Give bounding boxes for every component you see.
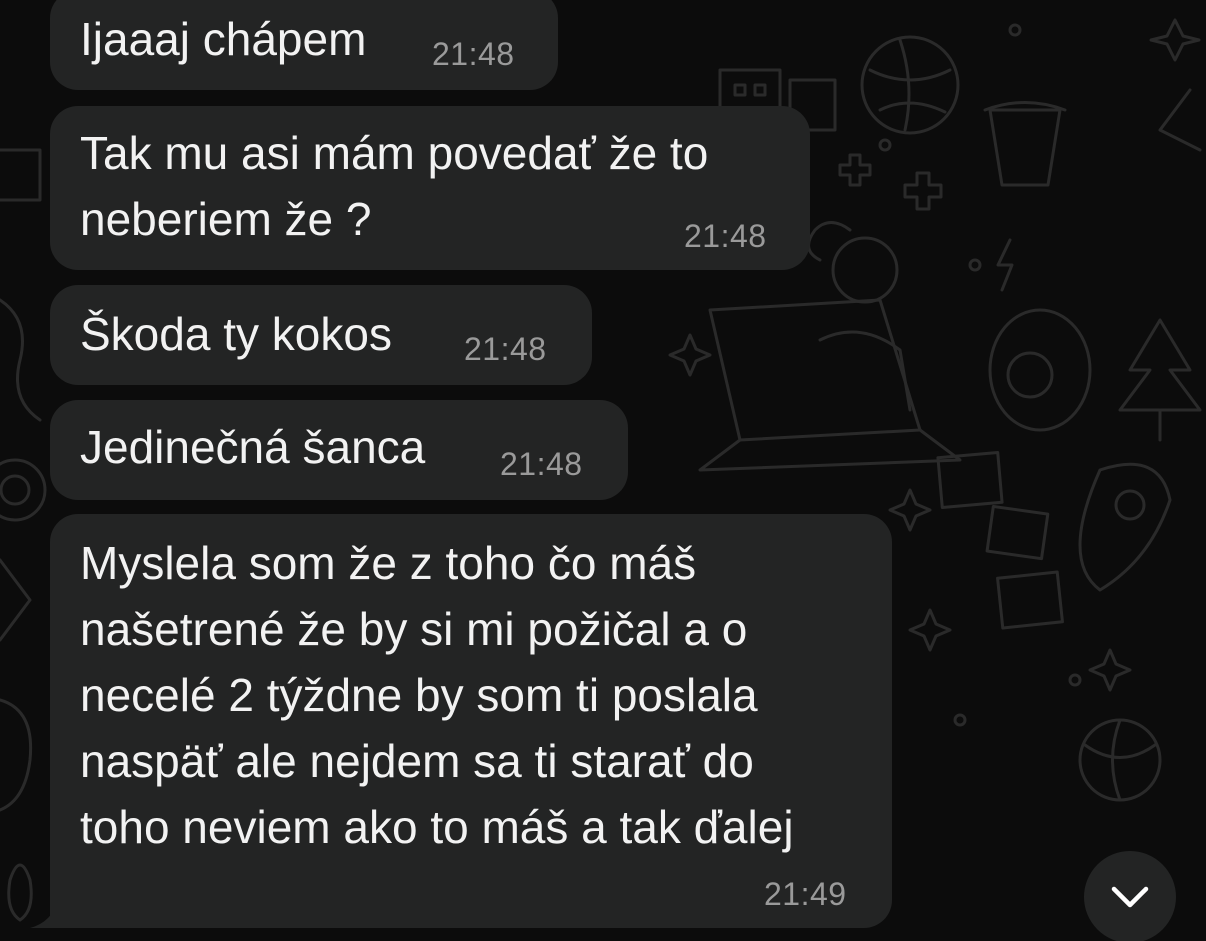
- message-timestamp: 21:48: [464, 331, 547, 367]
- message-bubble[interactable]: Ijaaaj chápem 21:48: [50, 0, 558, 90]
- message-bubble[interactable]: Škoda ty kokos 21:48: [50, 285, 592, 385]
- message-text: našetrené že by si mi požičal a o: [80, 603, 748, 655]
- message-text: Tak mu asi mám povedať že to: [80, 127, 709, 179]
- message-bubble[interactable]: Myslela som že z toho čo máš našetrené ž…: [50, 514, 892, 928]
- message-text: Myslela som že z toho čo máš: [80, 537, 697, 589]
- message-text: Ijaaaj chápem: [80, 13, 367, 65]
- scroll-to-bottom-button[interactable]: [1084, 851, 1176, 941]
- message-timestamp: 21:49: [764, 876, 847, 912]
- chat-view: Ijaaaj chápem 21:48 Tak mu asi mám poved…: [0, 0, 1206, 941]
- message-bubble[interactable]: Tak mu asi mám povedať že to neberiem že…: [50, 106, 810, 270]
- chevron-down-icon: [1111, 886, 1149, 908]
- message-text: Jedinečná šanca: [80, 421, 426, 473]
- message-text: naspäť ale nejdem sa ti starať do: [80, 735, 754, 787]
- message-text: neberiem že ?: [80, 193, 372, 245]
- message-timestamp: 21:48: [684, 218, 767, 254]
- message-bubble[interactable]: Jedinečná šanca 21:48: [50, 400, 628, 500]
- message-text: Škoda ty kokos: [80, 308, 392, 360]
- message-timestamp: 21:48: [432, 36, 515, 72]
- message-timestamp: 21:48: [500, 446, 583, 482]
- message-text: necelé 2 týždne by som ti poslala: [80, 669, 758, 721]
- message-text: toho neviem ako to máš a tak ďalej: [80, 801, 794, 853]
- message-tail: [30, 900, 70, 928]
